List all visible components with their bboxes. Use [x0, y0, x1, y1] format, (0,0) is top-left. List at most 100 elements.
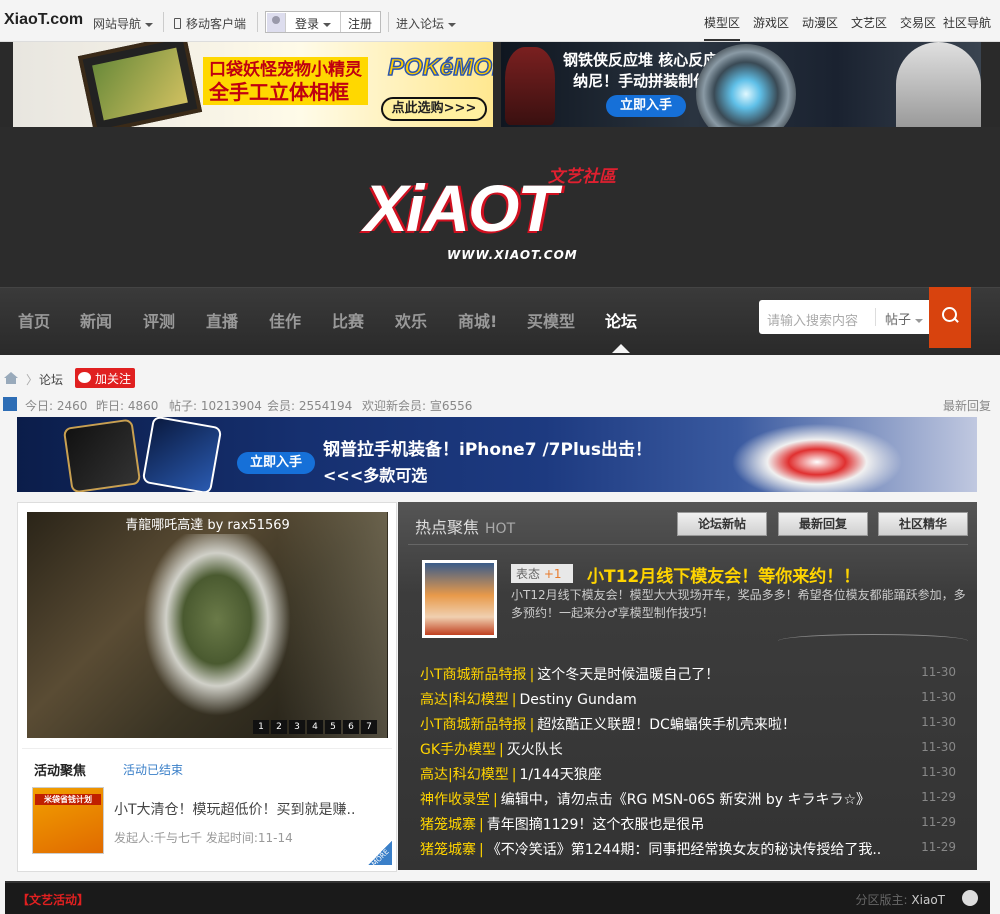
separator: | [479, 842, 484, 858]
nav-live[interactable]: 直播 [206, 308, 238, 332]
separator: | [499, 742, 504, 758]
nav-fun[interactable]: 欢乐 [395, 308, 427, 332]
zone-tab-art[interactable]: 文艺区 [851, 14, 887, 31]
zone-tab-anime[interactable]: 动漫区 [802, 14, 838, 31]
register-button[interactable]: 注册 [348, 15, 372, 32]
reaction-label: 表态 [516, 567, 541, 581]
active-tab-indicator [612, 344, 630, 353]
hot-list-item[interactable]: 高达|科幻模型 | 1/144天狼座 11-30 [420, 764, 970, 784]
divider [257, 12, 258, 32]
search-button[interactable] [929, 287, 971, 348]
site-logo[interactable]: XiaoT.com [4, 11, 83, 29]
search-input[interactable]: 请输入搜索内容 [767, 310, 858, 329]
login-button[interactable]: 登录 [295, 15, 332, 32]
thread-title[interactable]: 《不冷笑话》第1244期：同事把经常换女友的秘诀传授给了我.. [487, 842, 882, 858]
nav-mall[interactable]: 商城! [458, 308, 497, 332]
thread-category[interactable]: 猪笼城寨 [420, 842, 476, 858]
search-type-label: 帖子 [885, 313, 912, 328]
hot-list-item[interactable]: 猪笼城寨 | 《不冷笑话》第1244期：同事把经常换女友的秘诀传授给了我.. 11-2… [420, 839, 970, 859]
iphone-case-banner[interactable]: 立即入手 钢普拉手机装备！iPhone7 /7Plus出击！ <<<多款可选 [17, 417, 977, 492]
thumbnail-label: 米袋省钱计划 [35, 794, 101, 805]
nav-buy-models[interactable]: 买模型 [527, 308, 575, 332]
display-case-glass [277, 512, 387, 738]
section-title-link[interactable]: 【文艺活动】 [17, 891, 89, 908]
more-corner-button[interactable]: MORE [368, 841, 392, 868]
tab-new-threads[interactable]: 论坛新帖 [677, 512, 767, 536]
thread-title[interactable]: Destiny Gundam [519, 692, 636, 708]
thread-category[interactable]: 猪笼城寨 [420, 817, 476, 833]
thread-title[interactable]: 青年图摘1129！这个衣服也是很吊 [487, 817, 705, 833]
hot-list-item[interactable]: 高达|科幻模型 | Destiny Gundam 11-30 [420, 689, 970, 709]
moderator-link[interactable]: XiaoT [911, 893, 945, 907]
thread-title[interactable]: 超炫酷正义联盟！DC蝙蝠侠手机壳来啦！ [537, 717, 796, 733]
tab-community-best[interactable]: 社区精华 [878, 512, 968, 536]
activity-thumbnail[interactable]: 米袋省钱计划 [32, 787, 104, 854]
thread-title[interactable]: 灭火队长 [507, 742, 563, 758]
mobile-client-link[interactable]: 移动客户端 [174, 15, 246, 32]
featured-avatar[interactable] [422, 560, 497, 638]
slider-page-4[interactable]: 4 [307, 720, 323, 734]
enter-forum-menu[interactable]: 进入论坛 [396, 15, 457, 32]
featured-slider[interactable]: 青龍哪吒高達 by rax51569 1 2 3 4 5 6 7 [27, 512, 388, 738]
slider-page-1[interactable]: 1 [253, 720, 269, 734]
thread-date: 11-30 [921, 715, 956, 729]
featured-title-link[interactable]: 小T12月线下模友会！等你来约！！ [587, 562, 860, 587]
phone-case-image [62, 418, 142, 492]
pokemon-frame-banner[interactable]: 口袋妖怪宠物小精灵 全手工立体相框 POKéMON 点此选购>>> [13, 42, 493, 127]
activity-title-link[interactable]: 小T大清仓！模玩超低价！买到就是赚.. [114, 799, 355, 819]
logo-tag: 文艺社區 [548, 167, 616, 187]
thread-title[interactable]: 这个冬天是时候温暖自己了！ [537, 667, 719, 683]
thread-title[interactable]: 编辑中，请勿点击《RG MSN-06S 新安洲 by キラキラ☆》 [501, 792, 870, 808]
slider-page-5[interactable]: 5 [325, 720, 341, 734]
stat-yesterday: 昨日: 4860 [96, 399, 159, 413]
zone-tab-trade[interactable]: 交易区 [900, 14, 936, 31]
slider-page-6[interactable]: 6 [343, 720, 359, 734]
thread-category[interactable]: 高达|科幻模型 [420, 692, 509, 708]
latest-replies-link[interactable]: 最新回复 [943, 397, 991, 414]
thread-title[interactable]: 1/144天狼座 [519, 767, 601, 783]
nav-news[interactable]: 新闻 [80, 308, 112, 332]
user-avatar-icon [267, 13, 286, 32]
buy-now-button[interactable]: 立即入手 [237, 452, 315, 474]
thread-category[interactable]: GK手办模型 [420, 742, 496, 758]
nav-forum[interactable]: 论坛 [605, 308, 637, 332]
enter-forum-label: 进入论坛 [396, 17, 445, 31]
hot-list-item[interactable]: GK手办模型 | 灭火队长 11-30 [420, 739, 970, 759]
thread-date: 11-30 [921, 740, 956, 754]
hot-list-item[interactable]: 神作收录堂 | 编辑中，请勿点击《RG MSN-06S 新安洲 by キラキラ☆》 1… [420, 789, 970, 809]
pokemon-logo: POKéMON [387, 53, 493, 82]
thread-category[interactable]: 神作收录堂 [420, 792, 490, 808]
weibo-follow-button[interactable]: 加关注 [75, 368, 135, 388]
thread-category[interactable]: 小T商城新品特报 [420, 717, 527, 733]
breadcrumb-forum[interactable]: 论坛 [39, 371, 63, 388]
logo-url: WWW.XIAOT.COM [447, 248, 578, 262]
collapse-toggle-icon[interactable] [962, 890, 978, 906]
nav-works[interactable]: 佳作 [269, 308, 301, 332]
reaction-badge[interactable]: 表态 +1 [511, 564, 573, 583]
search-type-select[interactable]: 帖子 [885, 309, 924, 328]
iron-man-reactor-banner[interactable]: 钢铁侠反应堆 核心反应炉 纳尼！手动拼装制作！ 立即入手 [501, 42, 981, 127]
slider-page-3[interactable]: 3 [289, 720, 305, 734]
thread-category[interactable]: 高达|科幻模型 [420, 767, 509, 783]
buy-now-button[interactable]: 立即入手 [606, 95, 686, 117]
hot-list-item[interactable]: 猪笼城寨 | 青年图摘1129！这个衣服也是很吊 11-29 [420, 814, 970, 834]
tab-latest-replies[interactable]: 最新回复 [778, 512, 868, 536]
nav-contests[interactable]: 比赛 [332, 308, 364, 332]
hot-list-item[interactable]: 小T商城新品特报 | 这个冬天是时候温暖自己了！ 11-30 [420, 664, 970, 684]
zone-tab-community-nav[interactable]: 社区导航 [943, 14, 991, 31]
divider [340, 12, 341, 32]
hot-list-item[interactable]: 小T商城新品特报 | 超炫酷正义联盟！DC蝙蝠侠手机壳来啦！ 11-30 [420, 714, 970, 734]
thread-category[interactable]: 小T商城新品特报 [420, 667, 527, 683]
stat-today: 今日: 2460 [25, 399, 88, 413]
buy-now-button[interactable]: 点此选购>>> [381, 97, 487, 121]
thread-date: 11-29 [921, 840, 956, 854]
activity-status-link[interactable]: 活动已结束 [123, 761, 183, 778]
xiaot-main-logo[interactable]: 文艺社區 XiAOT WWW.XIAOT.COM [362, 162, 632, 272]
nav-home[interactable]: 首页 [18, 308, 50, 332]
slider-page-7[interactable]: 7 [361, 720, 377, 734]
zone-tab-model[interactable]: 模型区 [704, 14, 741, 41]
slider-page-2[interactable]: 2 [271, 720, 287, 734]
site-nav-menu[interactable]: 网站导航 [93, 15, 154, 32]
nav-reviews[interactable]: 评测 [143, 308, 175, 332]
zone-tab-game[interactable]: 游戏区 [753, 14, 789, 31]
